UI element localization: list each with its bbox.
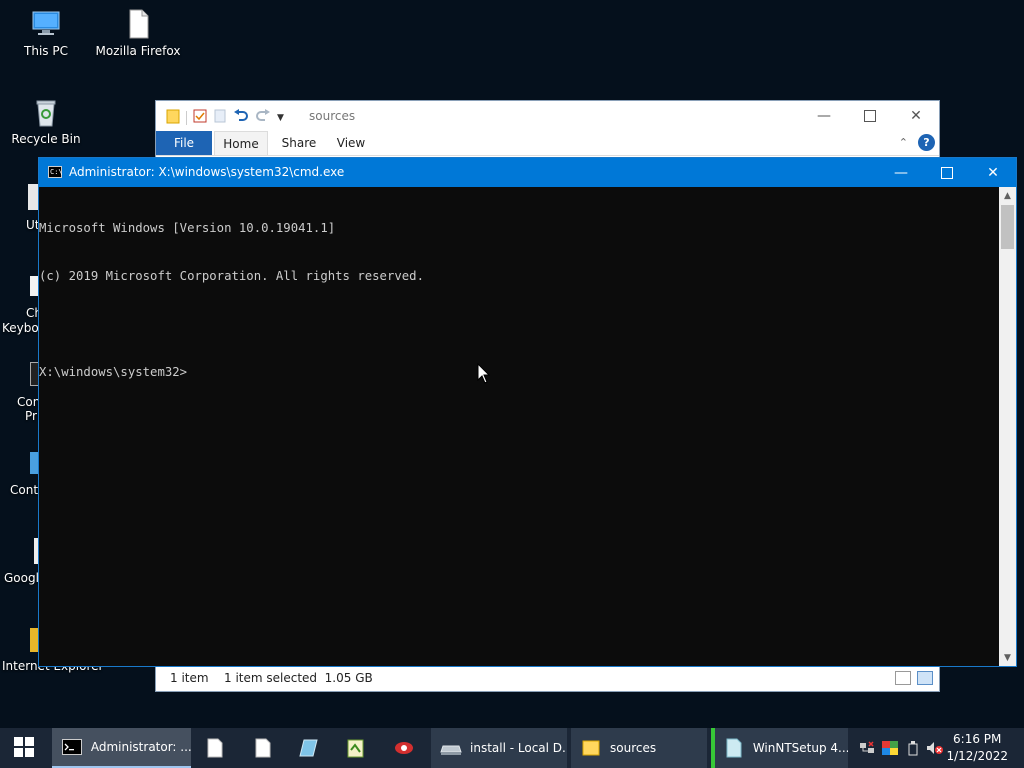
taskbar-pinned-app-5[interactable] <box>393 728 419 768</box>
maximize-button[interactable] <box>847 101 893 131</box>
mouse-cursor-icon <box>477 362 491 388</box>
explorer-window-controls: — ✕ <box>801 101 939 131</box>
desktop-icon-label: Mozilla Firefox <box>95 44 181 58</box>
desktop-icon-label: This PC <box>24 44 68 58</box>
scroll-thumb[interactable] <box>1001 205 1014 249</box>
recycle-bin-icon <box>30 96 62 128</box>
network-icon[interactable] <box>856 741 878 755</box>
display-color-icon[interactable] <box>878 741 902 755</box>
view-toggles <box>895 671 933 685</box>
document-icon <box>122 8 154 40</box>
close-button[interactable]: ✕ <box>970 158 1016 187</box>
desktop-icon-partial[interactable] <box>30 452 38 474</box>
taskbar-button-label: install - Local D... <box>470 741 567 755</box>
notepad-plus-icon <box>345 737 367 759</box>
status-item-count: 1 item <box>170 671 209 685</box>
properties-icon[interactable] <box>193 109 207 126</box>
explorer-title: sources <box>309 109 356 123</box>
taskbar-button-sources[interactable]: sources <box>571 728 707 768</box>
folder-icon <box>166 108 180 127</box>
taskbar-button-label: Administrator: ... <box>90 740 191 754</box>
document-icon <box>204 737 226 759</box>
clock[interactable]: 6:16 PM 1/12/2022 <box>946 731 1008 765</box>
scroll-down-icon[interactable]: ▼ <box>999 649 1016 666</box>
taskbar-pinned-app-4[interactable] <box>345 728 369 768</box>
desktop-icon-partial[interactable] <box>30 276 38 296</box>
taskbar-button-label: sources <box>610 741 657 755</box>
ribbon-tabs: File Home Share View ⌃ ? <box>156 131 939 156</box>
desktop-icon-label: Pr <box>25 409 37 423</box>
large-icons-view-icon[interactable] <box>917 671 933 685</box>
taskbar-button-cmd[interactable]: Administrator: ... <box>52 728 191 768</box>
clock-time: 6:16 PM <box>953 732 1002 746</box>
quick-access-toolbar: ▼ <box>166 108 284 127</box>
taskbar-button-install[interactable]: install - Local D... <box>431 728 567 768</box>
cmd-window-controls: — ✕ <box>878 158 1016 187</box>
close-button[interactable]: ✕ <box>893 101 939 131</box>
winntsetup-icon <box>724 737 745 759</box>
desktop-icon-label: Con <box>17 395 41 409</box>
console-line: (c) 2019 Microsoft Corporation. All righ… <box>39 269 424 283</box>
scroll-up-icon[interactable]: ▲ <box>999 187 1016 204</box>
windows-logo-icon <box>14 736 34 760</box>
desktop-icon-recycle-bin[interactable]: Recycle Bin <box>0 96 92 146</box>
taskbar-button-label: WinNTSetup 4.... <box>752 741 848 755</box>
network-tool-icon <box>393 737 415 759</box>
minimize-button[interactable]: — <box>801 101 847 131</box>
cmd-scrollbar[interactable]: ▲ ▼ <box>999 187 1016 666</box>
this-pc-icon <box>30 8 62 40</box>
start-button[interactable] <box>0 728 48 768</box>
clock-date: 1/12/2022 <box>946 749 1008 763</box>
cmd-icon: C:\ <box>48 166 63 178</box>
help-icon[interactable]: ? <box>918 134 935 151</box>
document-icon <box>252 737 274 759</box>
explorer-statusbar: 1 item 1 item selected 1.05 GB <box>156 667 939 691</box>
status-selection: 1 item selected 1.05 GB <box>224 671 373 685</box>
folder-icon <box>580 737 602 759</box>
cmd-icon <box>61 736 83 758</box>
maximize-button[interactable] <box>924 158 970 187</box>
redo-icon[interactable] <box>255 109 271 126</box>
undo-icon[interactable] <box>233 109 249 126</box>
desktop-icon-this-pc[interactable]: This PC <box>0 8 92 58</box>
taskbar-pinned-document-2[interactable] <box>252 728 276 768</box>
desktop-icon-mozilla-firefox[interactable]: Mozilla Firefox <box>92 8 184 58</box>
cmd-title: Administrator: X:\windows\system32\cmd.e… <box>69 165 345 179</box>
tab-file[interactable]: File <box>156 131 212 155</box>
taskbar-pinned-app-3[interactable] <box>298 728 322 768</box>
desktop-icon-label: Recycle Bin <box>11 132 81 146</box>
taskbar: Administrator: ... install - Local D... … <box>0 728 1024 768</box>
new-folder-icon[interactable] <box>213 109 227 126</box>
cmd-titlebar[interactable]: C:\ Administrator: X:\windows\system32\c… <box>39 158 1016 187</box>
desktop-icon-partial[interactable] <box>30 628 38 652</box>
console-line: Microsoft Windows [Version 10.0.19041.1] <box>39 221 336 235</box>
console-output[interactable]: Microsoft Windows [Version 10.0.19041.1]… <box>39 187 999 666</box>
taskbar-button-winntsetup[interactable]: WinNTSetup 4.... <box>711 728 848 768</box>
disk-tool-icon <box>298 737 320 759</box>
tab-share[interactable]: Share <box>274 131 324 155</box>
details-view-icon[interactable] <box>895 671 911 685</box>
tab-home[interactable]: Home <box>214 131 268 155</box>
volume-muted-icon[interactable] <box>924 741 946 755</box>
customize-qat-icon[interactable]: ▼ <box>277 113 284 123</box>
system-tray <box>856 728 946 768</box>
tab-view[interactable]: View <box>328 131 374 155</box>
cmd-window[interactable]: C:\ Administrator: X:\windows\system32\c… <box>38 157 1017 667</box>
usb-device-icon[interactable] <box>902 740 924 756</box>
drive-icon <box>440 737 462 759</box>
desktop-icon-partial[interactable] <box>28 184 38 210</box>
explorer-titlebar[interactable]: ▼ sources — ✕ <box>156 101 939 131</box>
console-prompt[interactable]: X:\windows\system32> <box>39 364 999 380</box>
ribbon-right-controls: ⌃ ? <box>899 134 935 151</box>
separator <box>186 110 187 125</box>
taskbar-pinned-document-1[interactable] <box>204 728 228 768</box>
minimize-button[interactable]: — <box>878 158 924 187</box>
collapse-ribbon-icon[interactable]: ⌃ <box>899 136 908 149</box>
